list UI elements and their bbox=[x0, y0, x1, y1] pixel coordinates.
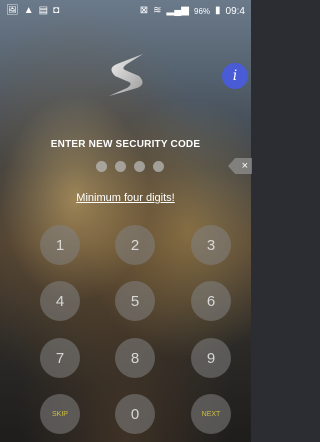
pin-dots bbox=[96, 161, 164, 172]
battery-percent: 96% bbox=[194, 6, 211, 16]
key-9[interactable]: 9 bbox=[191, 338, 231, 378]
mute-icon: ⊠ bbox=[139, 5, 149, 16]
camera-icon: ◘ bbox=[53, 5, 60, 16]
pin-dot bbox=[96, 161, 107, 172]
image-icon: 🖼 bbox=[6, 5, 19, 16]
clock: 09:4 bbox=[225, 5, 245, 17]
info-button[interactable]: i bbox=[222, 63, 248, 89]
key-1[interactable]: 1 bbox=[40, 225, 80, 265]
document-icon: ▤ bbox=[38, 5, 49, 16]
pin-dot bbox=[134, 161, 145, 172]
key-6[interactable]: 6 bbox=[191, 281, 231, 321]
key-5[interactable]: 5 bbox=[115, 281, 155, 321]
key-0[interactable]: 0 bbox=[115, 394, 155, 434]
status-bar: 🖼 ▲ ▤ ◘ ⊠ ≋ ▂▄▆ 96% ▮ 09:4 bbox=[0, 0, 251, 22]
signal-icon: ▂▄▆ bbox=[166, 5, 189, 16]
wifi-icon: ≋ bbox=[153, 5, 162, 16]
key-4[interactable]: 4 bbox=[40, 281, 80, 321]
skip-button[interactable]: SKIP bbox=[40, 394, 80, 434]
key-2[interactable]: 2 bbox=[115, 225, 155, 265]
warning-icon: ▲ bbox=[23, 5, 34, 16]
key-8[interactable]: 8 bbox=[115, 338, 155, 378]
app-logo-icon bbox=[109, 54, 143, 96]
pin-dot bbox=[115, 161, 126, 172]
pin-dot bbox=[153, 161, 164, 172]
page-title: ENTER NEW SECURITY CODE bbox=[50, 139, 201, 150]
hint-text: Minimum four digits! bbox=[76, 192, 175, 204]
key-3[interactable]: 3 bbox=[191, 225, 231, 265]
battery-icon: ▮ bbox=[215, 5, 221, 16]
key-7[interactable]: 7 bbox=[40, 338, 80, 378]
next-button[interactable]: NEXT bbox=[191, 394, 231, 434]
